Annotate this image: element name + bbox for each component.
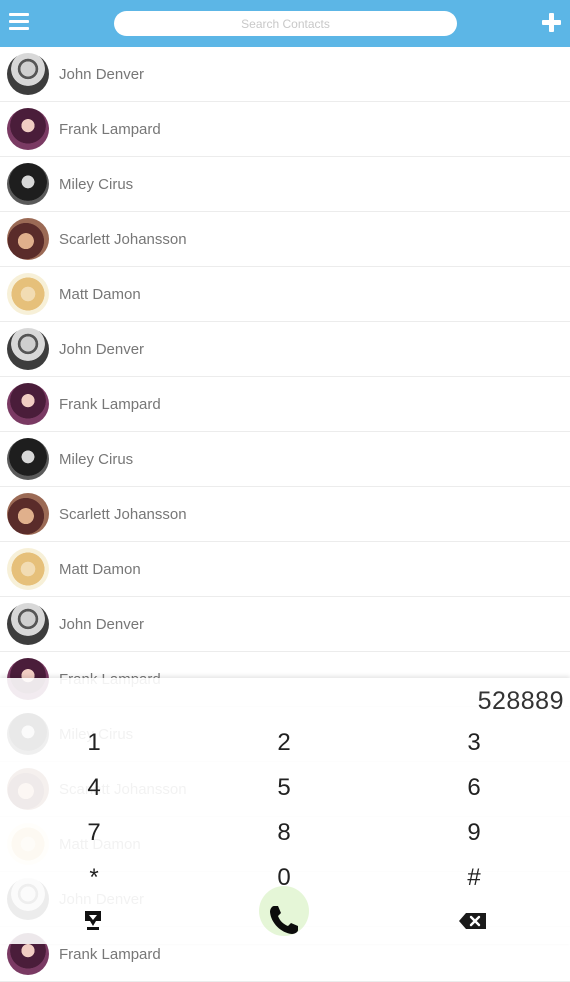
contact-row[interactable]: Scarlett Johansson — [0, 212, 570, 267]
contact-row[interactable]: John Denver — [0, 322, 570, 377]
contact-row[interactable]: Matt Damon — [0, 267, 570, 322]
key-5[interactable]: 5 — [254, 770, 314, 806]
contact-name: Frank Lampard — [59, 946, 161, 963]
dialpad: 528889 1 2 3 4 5 6 7 8 9 * 0 # — [0, 678, 570, 944]
dialpad-actions — [0, 886, 570, 944]
key-7[interactable]: 7 — [64, 815, 124, 851]
avatar — [7, 273, 49, 315]
key-8[interactable]: 8 — [254, 815, 314, 851]
contact-row[interactable]: Frank Lampard — [0, 377, 570, 432]
contact-row[interactable]: Matt Damon — [0, 542, 570, 597]
contact-name: John Denver — [59, 341, 145, 358]
avatar — [7, 218, 49, 260]
contact-row[interactable]: Miley Cirus — [0, 157, 570, 212]
contact-name: Miley Cirus — [59, 451, 134, 468]
dialed-number: 528889 — [477, 687, 564, 715]
contact-name: Frank Lampard — [59, 396, 161, 413]
avatar — [7, 603, 49, 645]
key-9[interactable]: 9 — [444, 815, 504, 851]
key-6[interactable]: 6 — [444, 770, 504, 806]
hamburger-menu-icon[interactable] — [9, 13, 29, 31]
avatar — [7, 53, 49, 95]
contact-name: Scarlett Johansson — [59, 231, 187, 248]
contact-download-icon[interactable] — [82, 909, 104, 931]
key-2[interactable]: 2 — [254, 725, 314, 761]
avatar — [7, 383, 49, 425]
contact-row[interactable]: John Denver — [0, 597, 570, 652]
contact-row[interactable]: Miley Cirus — [0, 432, 570, 487]
contact-name: John Denver — [59, 616, 145, 633]
add-contact-icon[interactable] — [542, 13, 561, 32]
contact-name: Matt Damon — [59, 286, 141, 303]
contact-row[interactable]: Frank Lampard — [0, 102, 570, 157]
key-3[interactable]: 3 — [444, 725, 504, 761]
contact-name: Frank Lampard — [59, 121, 161, 138]
key-1[interactable]: 1 — [64, 725, 124, 761]
contact-name: Miley Cirus — [59, 176, 134, 193]
avatar — [7, 163, 49, 205]
contact-name: John Denver — [59, 66, 145, 83]
call-button[interactable] — [254, 886, 314, 940]
key-4[interactable]: 4 — [64, 770, 124, 806]
contact-row[interactable]: Scarlett Johansson — [0, 487, 570, 542]
search-input[interactable] — [114, 11, 457, 36]
avatar — [7, 328, 49, 370]
avatar — [7, 493, 49, 535]
key-star[interactable]: * — [64, 860, 124, 896]
avatar — [7, 108, 49, 150]
top-bar — [0, 0, 570, 47]
contact-name: Matt Damon — [59, 561, 141, 578]
avatar — [7, 548, 49, 590]
key-hash[interactable]: # — [444, 860, 504, 896]
backspace-icon[interactable] — [458, 912, 488, 930]
avatar — [7, 438, 49, 480]
contact-row[interactable]: John Denver — [0, 47, 570, 102]
contact-name: Scarlett Johansson — [59, 506, 187, 523]
phone-call-icon — [270, 906, 298, 934]
